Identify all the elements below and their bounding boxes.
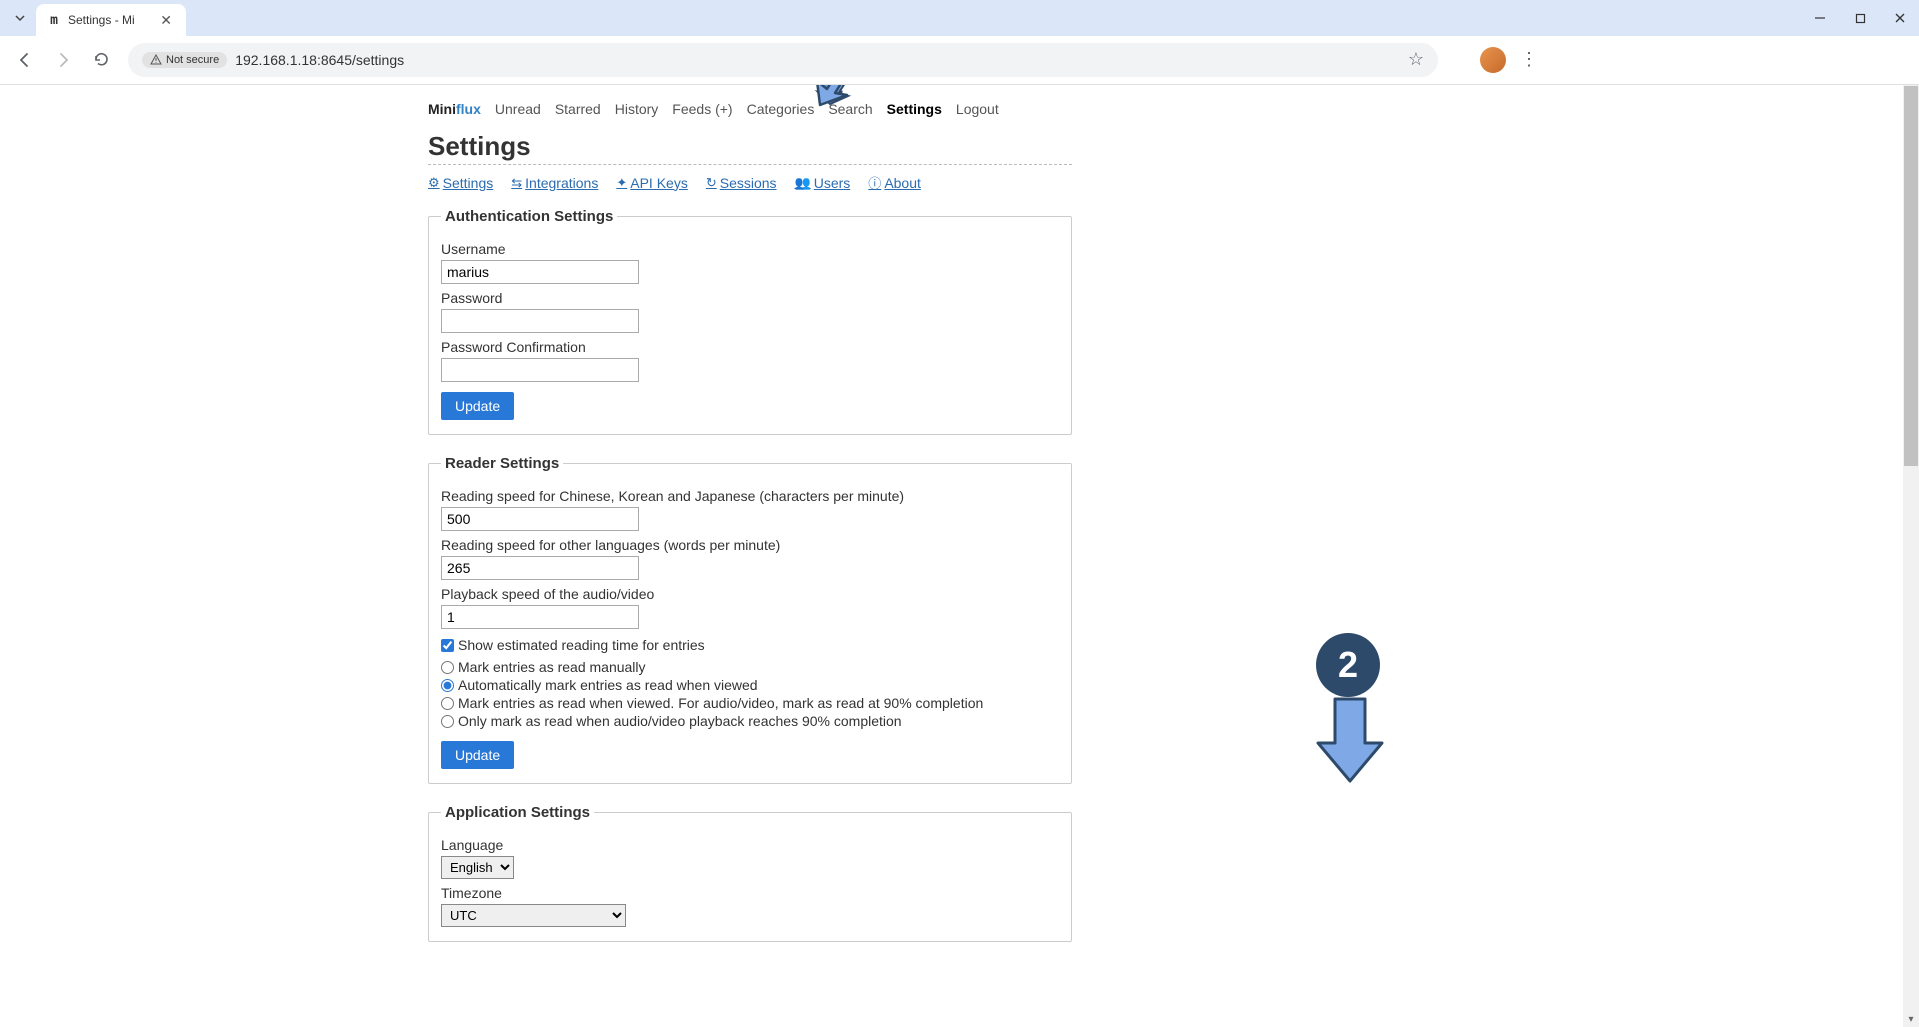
timezone-select[interactable]: UTC (441, 904, 626, 927)
reader-settings-fieldset: Reader Settings Reading speed for Chines… (428, 455, 1072, 784)
reload-button[interactable] (86, 45, 116, 75)
timezone-label: Timezone (441, 885, 1059, 901)
security-chip[interactable]: Not secure (142, 52, 227, 68)
cjk-speed-label: Reading speed for Chinese, Korean and Ja… (441, 488, 1059, 504)
scroll-down-arrow-icon[interactable]: ▾ (1903, 1011, 1919, 1027)
page-title: Settings (428, 131, 1072, 165)
window-close-button[interactable] (1887, 5, 1913, 31)
mark-read-av-only-radio[interactable] (441, 715, 454, 728)
subnav-api-keys[interactable]: ✦API Keys (616, 173, 688, 192)
password-confirmation-label: Password Confirmation (441, 339, 1059, 355)
subnav-integrations[interactable]: ⇆Integrations (511, 173, 598, 192)
subnav-settings[interactable]: ⚙Settings (428, 173, 493, 192)
subnav-about[interactable]: ⓘAbout (868, 173, 921, 192)
other-speed-input[interactable] (441, 556, 639, 580)
info-icon: ⓘ (868, 173, 881, 192)
cjk-speed-input[interactable] (441, 507, 639, 531)
mark-read-av-radio[interactable] (441, 697, 454, 710)
page-content: Miniflux Unread Starred History Feeds (+… (428, 85, 1072, 942)
nav-starred[interactable]: Starred (555, 101, 601, 117)
show-estimated-checkbox[interactable] (441, 639, 454, 652)
username-label: Username (441, 241, 1059, 257)
mark-read-manual-radio[interactable] (441, 661, 454, 674)
language-select[interactable]: English (441, 856, 514, 879)
annotation-badge-2: 2 (1316, 633, 1380, 697)
application-settings-fieldset: Application Settings Language English Ti… (428, 804, 1072, 942)
mark-read-manual-label: Mark entries as read manually (458, 659, 646, 675)
auth-legend: Authentication Settings (441, 208, 617, 225)
warning-icon (150, 54, 162, 66)
bookmark-star-icon[interactable]: ☆ (1408, 49, 1424, 70)
reader-legend: Reader Settings (441, 455, 563, 472)
subnav-users[interactable]: 👥Users (795, 173, 851, 192)
browser-toolbar: Not secure 192.168.1.18:8645/settings ☆ … (0, 36, 1919, 84)
browser-tab-strip: m Settings - Mi ✕ (0, 0, 1919, 36)
gear-icon: ⚙ (428, 175, 440, 191)
window-minimize-button[interactable] (1807, 5, 1833, 31)
language-label: Language (441, 837, 1059, 853)
mark-read-av-label: Mark entries as read when viewed. For au… (458, 695, 983, 711)
window-maximize-button[interactable] (1847, 5, 1873, 31)
close-tab-icon[interactable]: ✕ (156, 12, 176, 29)
tab-dropdown-button[interactable] (8, 6, 32, 30)
arrow-pointer-icon (805, 85, 875, 113)
app-legend: Application Settings (441, 804, 594, 821)
plug-icon: ⇆ (511, 175, 522, 191)
forward-button[interactable] (48, 45, 78, 75)
mark-read-auto-label: Automatically mark entries as read when … (458, 677, 758, 693)
main-nav: Miniflux Unread Starred History Feeds (+… (428, 95, 1072, 127)
settings-subnav: ⚙Settings ⇆Integrations ✦API Keys ↻Sessi… (428, 167, 1072, 208)
show-estimated-label: Show estimated reading time for entries (458, 637, 705, 653)
vertical-scrollbar[interactable]: ▾ (1903, 85, 1919, 1027)
nav-settings[interactable]: Settings (887, 101, 942, 117)
other-speed-label: Reading speed for other languages (words… (441, 537, 1059, 553)
auth-update-button[interactable]: Update (441, 392, 514, 420)
nav-unread[interactable]: Unread (495, 101, 541, 117)
arrow-down-icon (1310, 695, 1390, 785)
browser-menu-button[interactable]: ⋮ (1514, 49, 1544, 70)
subnav-sessions[interactable]: ↻Sessions (706, 173, 777, 192)
security-text: Not secure (166, 54, 219, 66)
clock-icon: ↻ (706, 175, 717, 191)
page-viewport: Miniflux Unread Starred History Feeds (+… (0, 85, 1919, 1027)
browser-tab[interactable]: m Settings - Mi ✕ (36, 4, 186, 36)
key-icon: ✦ (616, 175, 627, 191)
mark-read-av-only-label: Only mark as read when audio/video playb… (458, 713, 902, 729)
nav-feeds[interactable]: Feeds (+) (672, 101, 732, 117)
reader-update-button[interactable]: Update (441, 741, 514, 769)
nav-logout[interactable]: Logout (956, 101, 999, 117)
profile-avatar[interactable] (1480, 47, 1506, 73)
tab-favicon-icon: m (46, 12, 62, 28)
playback-speed-label: Playback speed of the audio/video (441, 586, 1059, 602)
authentication-settings-fieldset: Authentication Settings Username Passwor… (428, 208, 1072, 435)
brand-logo[interactable]: Miniflux (428, 101, 481, 117)
mark-read-auto-radio[interactable] (441, 679, 454, 692)
username-input[interactable] (441, 260, 639, 284)
address-bar[interactable]: Not secure 192.168.1.18:8645/settings ☆ (128, 43, 1438, 77)
nav-history[interactable]: History (615, 101, 659, 117)
back-button[interactable] (10, 45, 40, 75)
password-label: Password (441, 290, 1059, 306)
password-confirmation-input[interactable] (441, 358, 639, 382)
password-input[interactable] (441, 309, 639, 333)
playback-speed-input[interactable] (441, 605, 639, 629)
tab-title: Settings - Mi (68, 13, 150, 27)
scrollbar-thumb[interactable] (1904, 86, 1918, 466)
users-icon: 👥 (795, 175, 811, 191)
url-text: 192.168.1.18:8645/settings (235, 52, 1400, 68)
